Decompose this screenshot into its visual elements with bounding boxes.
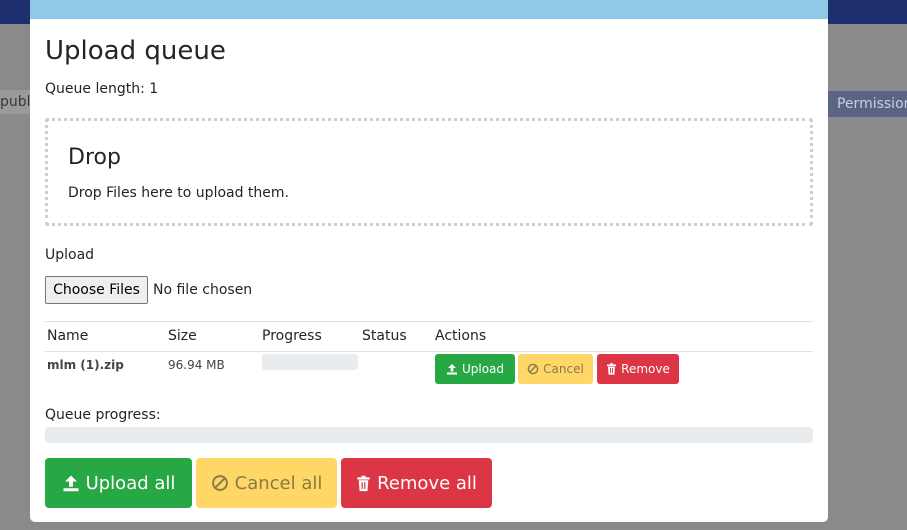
- background-tab-permissions: Permission: [828, 91, 907, 117]
- upload-icon: [446, 363, 458, 375]
- file-progress-bar: [262, 354, 358, 370]
- modal-header-strip: [30, 0, 828, 19]
- queue-progress-label: Queue progress:: [45, 407, 161, 423]
- upload-all-button[interactable]: Upload all: [45, 458, 192, 508]
- cancel-all-button[interactable]: Cancel all: [196, 458, 337, 508]
- file-name: mlm (1).zip: [47, 358, 124, 372]
- table-header-border: [45, 351, 813, 352]
- column-header-status: Status: [362, 328, 407, 344]
- queue-length: Queue length: 1: [45, 81, 159, 97]
- drop-zone-title: Drop: [68, 145, 121, 170]
- cancel-all-label: Cancel all: [234, 472, 323, 494]
- upload-queue-modal: Upload queue Queue length: 1 Drop Drop F…: [30, 0, 828, 522]
- background-tab-left: publ: [0, 90, 30, 114]
- upload-all-label: Upload all: [85, 472, 176, 494]
- file-size: 96.94 MB: [168, 358, 225, 372]
- drop-zone[interactable]: Drop Drop Files here to upload them.: [45, 118, 813, 226]
- file-input-status: No file chosen: [153, 282, 253, 298]
- remove-all-button[interactable]: Remove all: [341, 458, 492, 508]
- row-cancel-label: Cancel: [543, 362, 584, 376]
- row-remove-label: Remove: [621, 362, 670, 376]
- row-upload-button[interactable]: Upload: [435, 354, 515, 384]
- ban-icon: [527, 363, 539, 375]
- trash-icon: [356, 475, 371, 492]
- column-header-name: Name: [47, 328, 89, 344]
- ban-icon: [211, 474, 229, 492]
- column-header-size: Size: [168, 328, 197, 344]
- column-header-progress: Progress: [262, 328, 322, 344]
- upload-icon: [62, 474, 80, 492]
- choose-files-button[interactable]: Choose Files: [45, 276, 148, 304]
- queue-progress-bar: [45, 427, 813, 443]
- remove-all-label: Remove all: [377, 472, 477, 494]
- drop-zone-text: Drop Files here to upload them.: [68, 185, 289, 201]
- modal-title: Upload queue: [45, 36, 226, 66]
- row-remove-button[interactable]: Remove: [597, 354, 679, 384]
- row-cancel-button[interactable]: Cancel: [518, 354, 593, 384]
- row-upload-label: Upload: [461, 362, 505, 376]
- table-top-border: [45, 321, 813, 322]
- trash-icon: [606, 363, 617, 375]
- column-header-actions: Actions: [435, 328, 487, 344]
- upload-label: Upload: [45, 247, 95, 263]
